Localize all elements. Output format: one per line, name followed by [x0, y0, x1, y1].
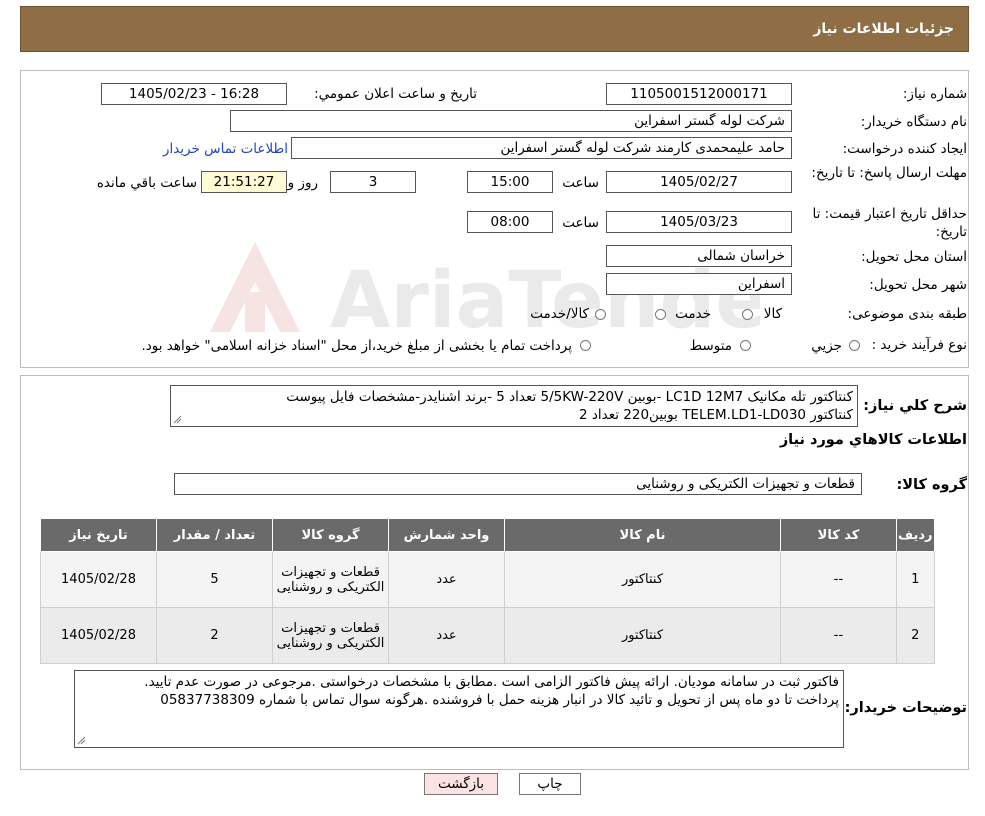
items-table-wrap: رديف كد كالا نام كالا واحد شمارش گروه كا… [40, 518, 935, 664]
cell-row: 2 [896, 607, 935, 664]
city-label: شهر محل تحويل: [869, 277, 967, 293]
buyer-notes-label: توضيحات خريدار: [844, 700, 967, 716]
col-code-header: كد كالا [780, 518, 897, 552]
buyer-org-field: شركت لوله گستر اسفراين [230, 110, 792, 132]
province-label: استان محل تحويل: [861, 249, 967, 265]
resize-grip-icon [173, 415, 182, 424]
validity-date-field: 1405/03/23 [606, 211, 792, 233]
buyer-contact-link[interactable]: اطلاعات تماس خريدار [163, 141, 288, 157]
page-title: جزئیات اطلاعات نیاز [813, 21, 954, 37]
items-table: رديف كد كالا نام كالا واحد شمارش گروه كا… [40, 518, 935, 664]
col-unit-header: واحد شمارش [388, 518, 505, 552]
category-option-goods: كالا [763, 306, 782, 322]
reply-time-field: 15:00 [467, 171, 553, 193]
table-row: 2 -- كنتاكتور عدد قطعات و تجهيزات الكتري… [40, 607, 935, 664]
resize-grip-icon [77, 736, 86, 745]
process-checkbox-treasury[interactable] [580, 340, 591, 351]
cell-name: كنتاكتور [504, 551, 781, 608]
need-number-field: 1105001512000171 [606, 83, 792, 105]
days-label: روز و [287, 175, 318, 191]
category-radio-goods-service[interactable] [595, 309, 606, 320]
city-field: اسفراين [606, 273, 792, 295]
process-radio-small[interactable] [849, 340, 860, 351]
cell-unit: عدد [388, 607, 505, 664]
col-date-header: تاريخ نياز [40, 518, 157, 552]
table-row: 1 -- كنتاكتور عدد قطعات و تجهيزات الكتري… [40, 551, 935, 608]
process-note: پرداخت تمام یا بخشی از مبلغ خرید،از محل … [141, 338, 572, 354]
process-radio-medium[interactable] [740, 340, 751, 351]
cell-row: 1 [896, 551, 935, 608]
province-field: خراسان شمالی [606, 245, 792, 267]
table-header-row: رديف كد كالا نام كالا واحد شمارش گروه كا… [40, 518, 935, 552]
reply-time-label: ساعت [562, 175, 599, 191]
back-button[interactable]: بازگشت [424, 773, 498, 795]
process-type-label: نوع فرآیند خرید : [871, 337, 967, 353]
goods-group-field: قطعات و تجهيزات الكتريكی و روشنايی [174, 473, 862, 495]
category-radio-goods[interactable] [742, 309, 753, 320]
col-qty-header: تعداد / مقدار [156, 518, 273, 552]
col-row-header: رديف [896, 518, 935, 552]
reply-date-field: 1405/02/27 [606, 171, 792, 193]
remaining-time-label: ساعت باقي مانده [96, 175, 197, 191]
announce-field: 1405/02/23 - 16:28 [101, 83, 287, 105]
announce-label: تاریخ و ساعت اعلان عمومي: [314, 86, 477, 102]
process-option-small: جزيي [811, 338, 842, 354]
cell-unit: عدد [388, 551, 505, 608]
cell-code: -- [780, 551, 897, 608]
cell-group: قطعات و تجهيزات الكتريكی و روشنايی [272, 607, 389, 664]
min-validity-label: حداقل تاريخ اعتبار قيمت: تا تاريخ: [812, 206, 967, 240]
reply-deadline-label: مهلت ارسال پاسخ: تا تاريخ: [811, 165, 967, 181]
col-name-header: نام كالا [504, 518, 781, 552]
cell-code: -- [780, 607, 897, 664]
goods-group-label: گروه كالا: [896, 477, 967, 493]
validity-time-field: 08:00 [467, 211, 553, 233]
cell-date: 1405/02/28 [40, 607, 157, 664]
category-option-service: خدمت [675, 306, 711, 322]
buyer-org-label: نام دستگاه خريدار: [860, 114, 967, 130]
col-group-header: گروه كالا [272, 518, 389, 552]
process-option-medium: متوسط [689, 338, 732, 354]
category-radio-service[interactable] [655, 309, 666, 320]
buyer-notes-textarea[interactable]: فاكتور ثبت در سامانه موديان. ارائه پيش ف… [74, 670, 844, 748]
cell-qty: 5 [156, 551, 273, 608]
description-textarea[interactable]: كنتاكتور تله مكانيک LC1D 12M7 -بوبين 5/5… [170, 385, 858, 427]
buyer-notes-text: فاكتور ثبت در سامانه موديان. ارائه پيش ف… [144, 674, 839, 708]
goods-info-title: اطلاعات كالاهاي مورد نياز [779, 432, 967, 448]
cell-name: كنتاكتور [504, 607, 781, 664]
creator-field: حامد عليمحمدی كارمند شركت لوله گستر اسفر… [291, 137, 792, 159]
category-option-goods-service: كالا/خدمت [530, 306, 589, 322]
need-number-label: شماره نیاز: [902, 86, 967, 102]
description-label: شرح كلي نياز: [863, 398, 967, 414]
print-button[interactable]: چاپ [519, 773, 581, 795]
description-text: كنتاكتور تله مكانيک LC1D 12M7 -بوبين 5/5… [286, 389, 853, 423]
creator-label: ايجاد كننده درخواست: [842, 141, 967, 157]
cell-date: 1405/02/28 [40, 551, 157, 608]
days-field: 3 [330, 171, 416, 193]
cell-group: قطعات و تجهيزات الكتريكی و روشنايی [272, 551, 389, 608]
remaining-time-field: 21:51:27 [201, 171, 287, 193]
category-label: طبقه بندی موضوعی: [847, 306, 967, 322]
page-header: جزئیات اطلاعات نیاز [20, 6, 969, 52]
validity-time-label: ساعت [562, 215, 599, 231]
cell-qty: 2 [156, 607, 273, 664]
